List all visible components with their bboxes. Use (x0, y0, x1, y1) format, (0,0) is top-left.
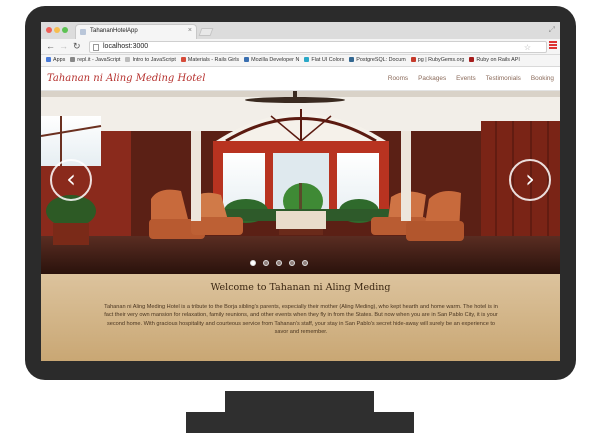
browser-toolbar: ← → ↻ localhost:3000 ☆ (41, 39, 560, 55)
bookmark-favicon-icon (125, 57, 131, 62)
site-brand-logo[interactable]: Tahanan ni Aling Meding Hotel (47, 73, 205, 84)
bookmark-star-icon[interactable]: ☆ (524, 44, 531, 52)
close-tab-icon[interactable]: × (188, 27, 192, 34)
web-page: Tahanan ni Aling Meding Hotel Rooms Packa… (41, 67, 560, 361)
back-arrow-icon[interactable]: ← (46, 41, 55, 52)
carousel-indicators (250, 253, 315, 266)
new-tab-button[interactable] (198, 28, 214, 36)
carousel-dot[interactable] (302, 260, 308, 266)
bookmarks-bar: Apps repl.it - JavaScript Intro to JavaScr… (41, 55, 560, 67)
monitor-frame: TahananHotelApp × ⤢ ← → ↻ localhost:3000… (25, 6, 576, 380)
bookmark-favicon-icon (70, 57, 76, 62)
bookmark-label: Flat UI Colors (311, 57, 345, 63)
bookmark-item[interactable]: pg | RubyGems.org (410, 55, 465, 66)
carousel-dot[interactable] (250, 260, 256, 266)
monitor-stand-base (186, 412, 414, 433)
stage: TahananHotelApp × ⤢ ← → ↻ localhost:3000… (0, 0, 600, 443)
site-navbar: Tahanan ni Aling Meding Hotel Rooms Packa… (41, 67, 560, 91)
hero-carousel: ‹ › (41, 91, 560, 274)
welcome-section: Welcome to Tahanan ni Aling Meding Tahan… (41, 274, 560, 361)
bookmark-item[interactable]: repl.it - JavaScript (70, 55, 120, 66)
tab-title: TahananHotelApp (90, 28, 138, 34)
browser-tab-bar: TahananHotelApp × ⤢ (41, 22, 560, 39)
monitor-screen: TahananHotelApp × ⤢ ← → ↻ localhost:3000… (41, 22, 560, 361)
bookmark-label: Materials - Rails Girls (187, 57, 240, 63)
close-window-button[interactable] (46, 27, 52, 33)
bookmark-label: Mozilla Developer N (251, 57, 300, 63)
bookmark-label: repl.it - JavaScript (77, 57, 121, 63)
bookmark-item[interactable]: Ruby on Rails API (469, 55, 520, 66)
welcome-title: Welcome to Tahanan ni Aling Meding (210, 282, 391, 293)
address-bar-url: localhost:3000 (103, 43, 149, 50)
bookmark-favicon-icon (349, 57, 355, 62)
minimize-window-button[interactable] (54, 27, 60, 33)
nav-link-events[interactable]: Events (456, 75, 476, 82)
reload-icon[interactable]: ↻ (73, 41, 81, 52)
hamburger-menu-icon[interactable] (549, 41, 557, 49)
hotel-lobby-photo (41, 91, 560, 274)
bookmark-favicon-icon (46, 57, 51, 62)
forward-arrow-icon[interactable]: → (59, 41, 68, 52)
bookmark-item[interactable]: PostgreSQL: Docum (349, 55, 406, 66)
bookmark-favicon-icon (180, 57, 186, 62)
bookmark-label: PostgreSQL: Docum (356, 57, 406, 63)
nav-link-rooms[interactable]: Rooms (388, 75, 408, 82)
nav-link-booking[interactable]: Booking (531, 75, 554, 82)
bookmark-label: pg | RubyGems.org (417, 57, 465, 63)
bookmark-item[interactable]: Flat UI Colors (304, 55, 344, 66)
monitor-stand-neck (225, 391, 374, 412)
page-favicon-icon (80, 29, 86, 35)
bookmark-label: Ruby on Rails API (476, 57, 520, 63)
browser-tab[interactable]: TahananHotelApp × (75, 24, 197, 39)
bookmark-favicon-icon (410, 57, 416, 62)
bookmark-favicon-icon (469, 57, 475, 62)
bookmark-item[interactable]: Mozilla Developer N (244, 55, 299, 66)
page-icon (93, 44, 99, 51)
bookmark-item[interactable]: Apps (46, 55, 65, 66)
nav-link-packages[interactable]: Packages (418, 75, 446, 82)
carousel-prev-button[interactable]: ‹ (50, 159, 92, 201)
bookmark-item[interactable]: Materials - Rails Girls (180, 55, 240, 66)
maximize-window-button[interactable] (62, 27, 68, 33)
bookmark-favicon-icon (304, 57, 310, 62)
carousel-dot[interactable] (263, 260, 269, 266)
bookmark-item[interactable]: Intro to JavaScript (125, 55, 176, 66)
address-bar[interactable]: localhost:3000 ☆ (89, 41, 547, 53)
welcome-text: Tahanan ni Aling Meding Hotel is a tribu… (104, 304, 498, 336)
carousel-dot[interactable] (276, 260, 282, 266)
bookmark-label: Apps (53, 57, 66, 63)
site-nav-links: Rooms Packages Events Testimonials Booking (378, 75, 554, 82)
carousel-next-button[interactable]: › (509, 159, 551, 201)
nav-link-testimonials[interactable]: Testimonials (486, 75, 521, 82)
bookmark-favicon-icon (244, 57, 250, 62)
bookmark-label: Intro to JavaScript (132, 57, 176, 63)
carousel-dot[interactable] (289, 260, 295, 266)
fullscreen-icon[interactable]: ⤢ (549, 25, 555, 35)
